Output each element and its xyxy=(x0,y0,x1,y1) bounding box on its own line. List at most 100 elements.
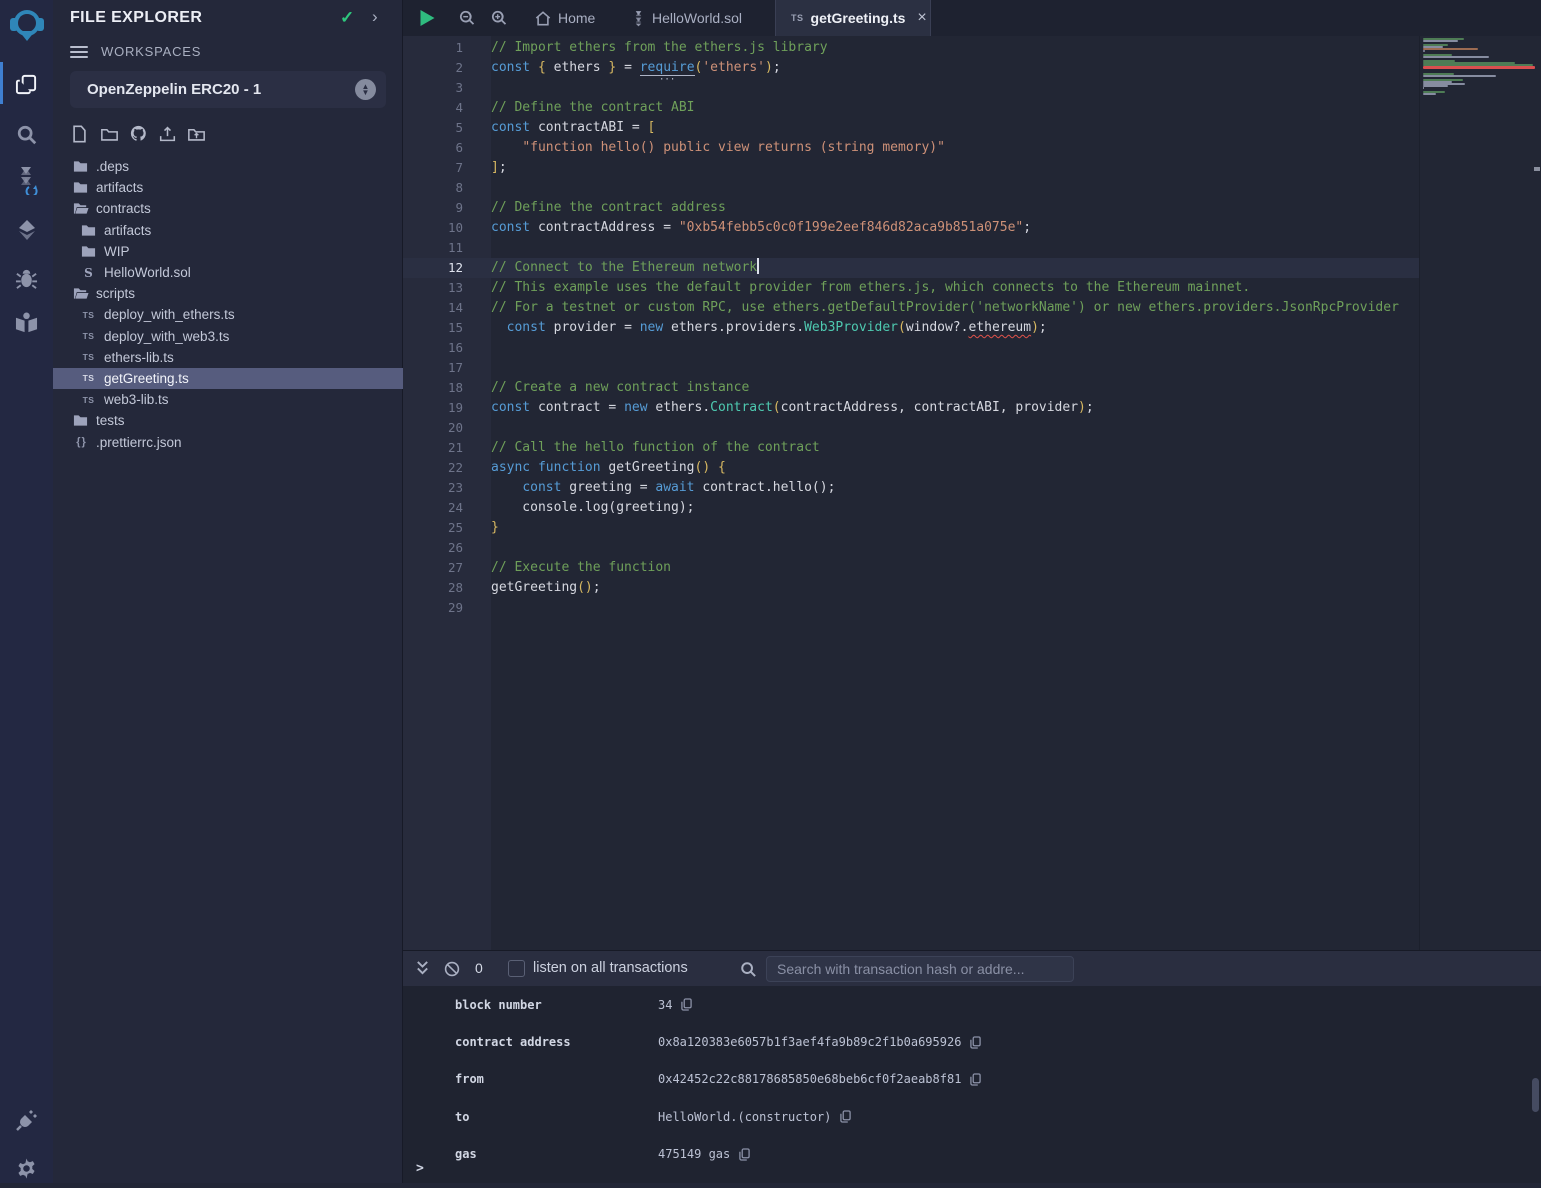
solidity-compiler-icon[interactable] xyxy=(0,160,53,200)
terminal-prompt[interactable]: > xyxy=(416,1161,424,1176)
file-tree-item[interactable]: artifacts xyxy=(53,220,403,241)
transaction-search-input[interactable] xyxy=(766,956,1074,982)
ts-icon: TS xyxy=(80,352,97,362)
tab-helloworld[interactable]: HelloWorld.sol xyxy=(632,0,742,36)
file-tree-item[interactable]: TSethers-lib.ts xyxy=(53,347,403,368)
run-play-icon[interactable] xyxy=(419,9,436,32)
plugin-manager-icon[interactable] xyxy=(0,1100,53,1140)
line-number: 26 xyxy=(403,538,463,558)
code-line[interactable]: 10const contractAddress = "0xb54febb5c0c… xyxy=(403,218,1541,238)
code-line[interactable]: 15 const provider = new ethers.providers… xyxy=(403,318,1541,338)
line-number: 13 xyxy=(403,278,463,298)
line-number: 7 xyxy=(403,158,463,178)
code-text xyxy=(463,358,491,378)
tx-detail-row: toHelloWorld.(constructor) xyxy=(403,1098,1541,1135)
file-tree-item[interactable]: TSgetGreeting.ts xyxy=(53,368,403,389)
file-tree-item[interactable]: TSdeploy_with_ethers.ts xyxy=(53,304,403,325)
solidity-icon: S xyxy=(80,266,97,280)
copy-icon[interactable] xyxy=(970,1073,981,1086)
file-tree-item[interactable]: .deps xyxy=(53,156,403,177)
file-name: tests xyxy=(96,413,125,428)
copy-icon[interactable] xyxy=(970,1036,981,1049)
code-line[interactable]: 12// Connect to the Ethereum network xyxy=(403,258,1541,278)
tx-detail-label: from xyxy=(455,1072,658,1086)
file-explorer-icon[interactable] xyxy=(0,64,53,104)
zoom-in-icon[interactable] xyxy=(491,10,507,31)
line-number: 2 xyxy=(403,58,463,78)
clear-transactions-icon[interactable] xyxy=(444,961,460,982)
remix-logo[interactable] xyxy=(0,6,53,46)
workspaces-menu-icon[interactable] xyxy=(70,46,88,58)
tx-detail-row: block number34 xyxy=(403,986,1541,1023)
collapse-terminal-icon[interactable] xyxy=(415,960,430,981)
code-line[interactable]: 5const contractABI = [ xyxy=(403,118,1541,138)
code-text xyxy=(463,238,491,258)
code-line[interactable]: 4// Define the contract ABI xyxy=(403,98,1541,118)
code-line[interactable]: 2const { ethers } = require('ethers'); xyxy=(403,58,1541,78)
minimap[interactable] xyxy=(1419,36,1541,950)
code-line[interactable]: 22async function getGreeting() { xyxy=(403,458,1541,478)
code-editor[interactable]: 1// Import ethers from the ethers.js lib… xyxy=(403,36,1541,950)
code-line[interactable]: 14// For a testnet or custom RPC, use et… xyxy=(403,298,1541,318)
debugger-icon[interactable] xyxy=(0,258,53,298)
new-file-icon[interactable] xyxy=(72,124,89,143)
search-icon[interactable] xyxy=(0,115,53,155)
line-number: 28 xyxy=(403,578,463,598)
code-line[interactable]: 20 xyxy=(403,418,1541,438)
code-line[interactable]: 26 xyxy=(403,538,1541,558)
code-line[interactable]: 19const contract = new ethers.Contract(c… xyxy=(403,398,1541,418)
file-tree-item[interactable]: SHelloWorld.sol xyxy=(53,262,403,283)
code-text xyxy=(463,178,491,198)
overview-ruler-marker xyxy=(1534,167,1540,171)
tab-label: getGreeting.ts xyxy=(811,10,906,26)
settings-gear-icon[interactable] xyxy=(0,1148,53,1188)
code-line[interactable]: 27// Execute the function xyxy=(403,558,1541,578)
code-line[interactable]: 16 xyxy=(403,338,1541,358)
code-line[interactable]: 6 "function hello() public view returns … xyxy=(403,138,1541,158)
deploy-run-icon[interactable] xyxy=(0,210,53,250)
file-explorer-panel: FILE EXPLORER ✓ › WORKSPACES OpenZeppeli… xyxy=(53,0,403,1183)
file-tree-item[interactable]: WIP xyxy=(53,241,403,262)
file-tree-item[interactable]: TSdeploy_with_web3.ts xyxy=(53,326,403,347)
search-icon xyxy=(740,961,756,982)
code-line[interactable]: 21// Call the hello function of the cont… xyxy=(403,438,1541,458)
code-line[interactable]: 13// This example uses the default provi… xyxy=(403,278,1541,298)
file-tree-item[interactable]: scripts xyxy=(53,283,403,304)
copy-icon[interactable] xyxy=(840,1110,851,1123)
file-tree-item[interactable]: { }.prettierrc.json xyxy=(53,431,403,452)
listen-checkbox[interactable] xyxy=(508,960,525,977)
code-line[interactable]: 7]; xyxy=(403,158,1541,178)
tab-home[interactable]: Home xyxy=(535,0,595,36)
code-line[interactable]: 8 xyxy=(403,178,1541,198)
copy-icon[interactable] xyxy=(739,1148,750,1161)
code-line[interactable]: 23 const greeting = await contract.hello… xyxy=(403,478,1541,498)
tx-detail-row: contract address0x8a120383e6057b1f3aef4f… xyxy=(403,1023,1541,1060)
github-icon[interactable] xyxy=(130,124,147,143)
code-line[interactable]: 11 xyxy=(403,238,1541,258)
code-line[interactable]: 17 xyxy=(403,358,1541,378)
file-tree-item[interactable]: tests xyxy=(53,410,403,431)
tab-getgreeting-active[interactable]: TS getGreeting.ts × xyxy=(775,0,931,36)
copy-icon[interactable] xyxy=(681,998,692,1011)
file-tree-item[interactable]: TSweb3-lib.ts xyxy=(53,389,403,410)
close-icon[interactable]: × xyxy=(917,9,926,27)
zoom-out-icon[interactable] xyxy=(459,10,475,31)
upload-file-icon[interactable] xyxy=(159,124,176,143)
chevron-right-icon[interactable]: › xyxy=(372,7,378,27)
learn-icon[interactable] xyxy=(0,302,53,342)
upload-folder-icon[interactable] xyxy=(188,124,205,143)
code-line[interactable]: 1// Import ethers from the ethers.js lib… xyxy=(403,38,1541,58)
terminal-panel: 0 listen on all transactions block numbe… xyxy=(403,950,1541,1183)
workspace-dropdown[interactable]: OpenZeppelin ERC20 - 1 ▲▼ xyxy=(70,71,386,108)
code-line[interactable]: 9// Define the contract address xyxy=(403,198,1541,218)
file-tree-item[interactable]: contracts xyxy=(53,198,403,219)
new-folder-icon[interactable] xyxy=(101,124,118,143)
file-tree-item[interactable]: artifacts xyxy=(53,177,403,198)
code-line[interactable]: 29 xyxy=(403,598,1541,618)
code-line[interactable]: 25} xyxy=(403,518,1541,538)
terminal-scrollbar[interactable] xyxy=(1532,1078,1539,1112)
code-line[interactable]: 18// Create a new contract instance xyxy=(403,378,1541,398)
code-line[interactable]: 3 xyxy=(403,78,1541,98)
code-line[interactable]: 28getGreeting(); xyxy=(403,578,1541,598)
code-line[interactable]: 24 console.log(greeting); xyxy=(403,498,1541,518)
